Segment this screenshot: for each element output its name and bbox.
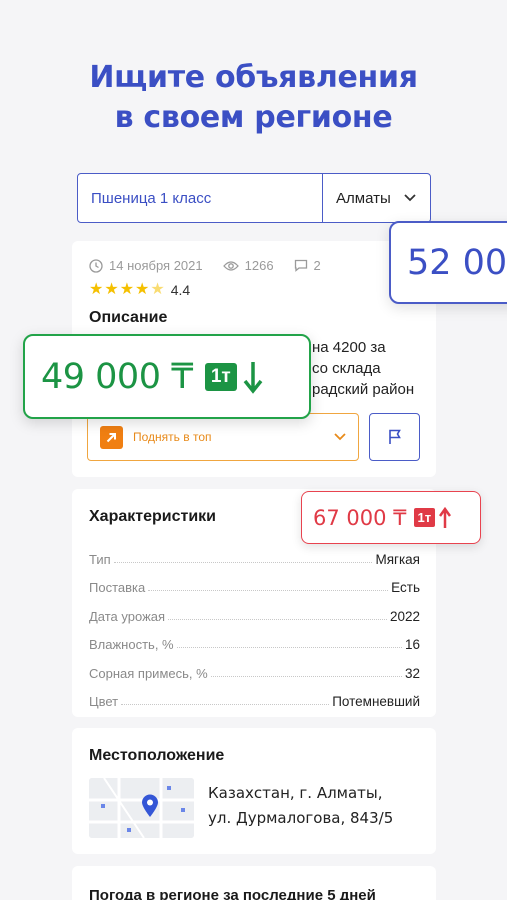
flag-icon — [388, 429, 401, 444]
comment-icon — [294, 259, 307, 272]
characteristic-row: Дата урожая 2022 — [89, 595, 420, 624]
description-line: на 4200 за — [312, 339, 386, 356]
description-text: на 4200 за со склада радский район — [312, 337, 436, 400]
characteristics-list: Тип Мягкая Поставка Есть Дата урожая 2022 В… — [89, 538, 420, 710]
price-unit: 1т — [204, 362, 237, 391]
price-amount: 67 000 ₸ — [313, 505, 407, 530]
row-label: Тип — [89, 551, 111, 567]
description-line: радский район — [312, 381, 415, 398]
promote-label: Поднять в топ — [133, 430, 212, 444]
star-icon: ★ — [119, 281, 135, 298]
characteristic-row: Цвет Потемневший — [89, 681, 420, 709]
address-line-2: ул. Дурмалогова, 843/5 — [208, 809, 394, 827]
price-badge-blue: 52 000 — [389, 221, 507, 304]
characteristics-title: Характеристики — [89, 508, 217, 525]
rating-stars: ★ ★ ★ ★ ★ 4.4 — [89, 281, 191, 299]
price-unit: 1т — [413, 508, 436, 527]
eye-icon — [222, 260, 239, 271]
price-amount: 52 000 — [407, 242, 507, 283]
map-pin-icon — [142, 794, 158, 817]
listing-date: 14 ноября 2021 — [109, 258, 203, 273]
address-line-1: Казахстан, г. Алматы, — [208, 784, 383, 802]
star-icon: ★ — [135, 281, 150, 298]
comments-item: 2 — [294, 258, 321, 273]
arrow-up-icon — [439, 506, 452, 528]
promote-button[interactable]: Поднять в топ — [87, 413, 359, 461]
listing-meta: 14 ноября 2021 1266 2 — [89, 258, 335, 273]
price-badge-green: 49 000 ₸ 1т — [23, 334, 311, 419]
map-thumbnail[interactable] — [89, 778, 194, 838]
search-bar: Пшеница 1 класс Алматы — [77, 173, 431, 223]
characteristic-row: Поставка Есть — [89, 567, 420, 595]
clock-icon — [89, 258, 103, 273]
location-title: Местоположение — [89, 747, 225, 764]
characteristic-row: Влажность, % 16 — [89, 624, 420, 652]
city-select[interactable]: Алматы — [323, 174, 430, 222]
location-card: Местоположение Казахстан, г. Алматы, ул.… — [72, 728, 436, 854]
arrow-down-icon — [243, 361, 263, 394]
row-label: Дата урожая — [89, 608, 166, 624]
row-value: Мягкая — [375, 551, 420, 567]
date-item: 14 ноября 2021 — [89, 258, 203, 273]
row-label: Поставка — [89, 580, 146, 595]
views-item: 1266 — [222, 258, 274, 273]
rating-value: 4.4 — [170, 282, 191, 298]
description-line: со склада — [312, 360, 381, 377]
weather-title: Погода в регионе за последние 5 дней — [89, 887, 376, 900]
description-title: Описание — [89, 309, 168, 326]
report-button[interactable] — [369, 413, 420, 461]
chevron-down-icon — [334, 433, 346, 441]
chevron-down-icon — [404, 194, 416, 202]
search-input[interactable]: Пшеница 1 класс — [78, 174, 323, 222]
arrow-up-right-icon — [100, 425, 123, 449]
row-value: Потемневший — [332, 694, 420, 709]
price-badge-red: 67 000 ₸ 1т — [301, 491, 481, 544]
row-value: 16 — [404, 637, 420, 652]
listing-comments: 2 — [313, 258, 321, 273]
star-half-icon: ★ — [150, 281, 165, 298]
page-headline: Ищите объявления в своем регионе — [0, 58, 507, 138]
city-select-value: Алматы — [336, 189, 391, 207]
location-address: Казахстан, г. Алматы, ул. Дурмалогова, 8… — [208, 781, 393, 831]
row-label: Цвет — [89, 694, 119, 709]
star-icon: ★ — [89, 281, 104, 298]
listing-views: 1266 — [244, 258, 274, 273]
weather-card: Погода в регионе за последние 5 дней — [72, 866, 436, 900]
headline-line-1: Ищите объявления — [89, 60, 418, 95]
headline-line-2: в своем регионе — [114, 100, 393, 135]
price-amount: 49 000 ₸ — [41, 356, 193, 397]
characteristic-row: Сорная примесь, % 32 — [89, 652, 420, 681]
row-value: 32 — [404, 665, 420, 681]
row-label: Сорная примесь, % — [89, 665, 208, 681]
row-value: 2022 — [389, 608, 420, 624]
row-value: Есть — [391, 580, 420, 595]
row-label: Влажность, % — [89, 637, 174, 652]
star-icon: ★ — [104, 281, 119, 298]
